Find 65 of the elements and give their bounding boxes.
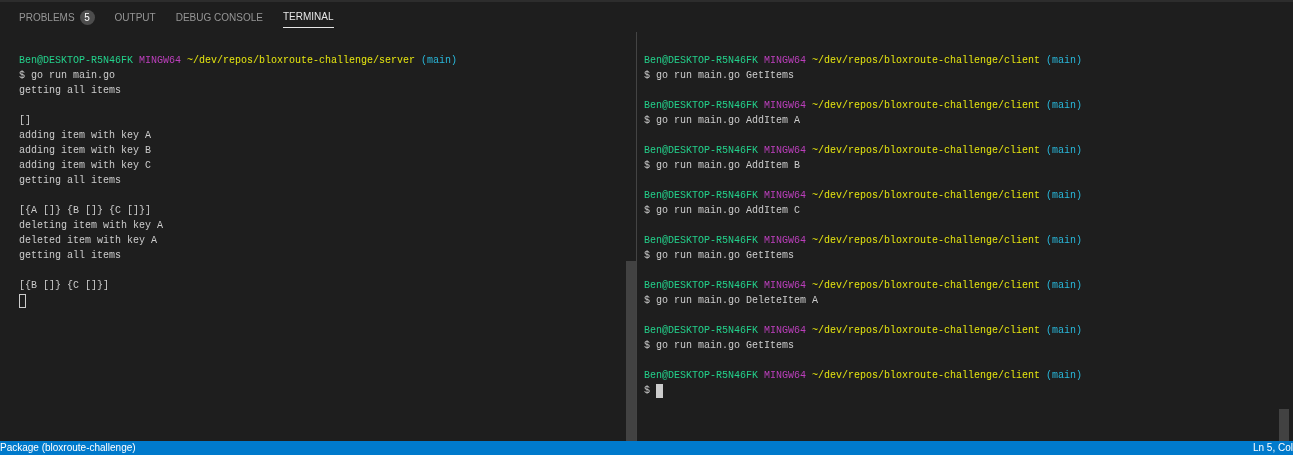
scrollbar-thumb[interactable] <box>1279 409 1289 441</box>
prompt-path: ~/dev/repos/bloxroute-challenge/client <box>812 54 1041 68</box>
prompt-branch: (main) <box>1046 234 1083 248</box>
prompt-branch: (main) <box>1046 189 1083 203</box>
prompt-user: Ben@DESKTOP-R5N46FK <box>644 144 759 158</box>
prompt-shell: MINGW64 <box>764 144 807 158</box>
count-badge: 5 <box>79 9 95 25</box>
prompt-path: ~/dev/repos/bloxroute-challenge/client <box>812 234 1041 248</box>
terminal-line: $ go run main.go <box>19 70 115 81</box>
prompt-shell: MINGW64 <box>764 279 807 293</box>
prompt-shell: MINGW64 <box>764 324 807 338</box>
terminal-line: $ go run main.go AddItem A <box>644 115 801 126</box>
prompt-user: Ben@DESKTOP-R5N46FK <box>644 189 759 203</box>
panel-tab[interactable]: PROBLEMS 5 <box>19 6 95 28</box>
terminal-line: [{B []} {C []}] <box>19 280 109 291</box>
prompt-symbol: $ <box>644 384 650 398</box>
terminal-line: $ go run main.go GetItems <box>644 250 795 261</box>
terminal-line: $ go run main.go GetItems <box>644 70 795 81</box>
terminal-line: adding item with key A <box>19 130 152 141</box>
prompt-shell: MINGW64 <box>764 234 807 248</box>
prompt-shell: MINGW64 <box>764 99 807 113</box>
terminal-line: $ go run main.go AddItem C <box>644 205 801 216</box>
terminal-line: $ go run main.go AddItem B <box>644 160 801 171</box>
prompt-branch: (main) <box>1046 324 1083 338</box>
prompt-path: ~/dev/repos/bloxroute-challenge/server <box>187 54 416 68</box>
prompt-user: Ben@DESKTOP-R5N46FK <box>644 54 759 68</box>
prompt-shell: MINGW64 <box>764 369 807 383</box>
terminal-line: $ go run main.go GetItems <box>644 340 795 351</box>
terminal-line: deleted item with key A <box>19 235 158 246</box>
terminal-line: getting all items <box>19 250 122 261</box>
terminal-line: adding item with key B <box>19 145 152 156</box>
terminal-line: getting all items <box>19 175 122 186</box>
prompt-path: ~/dev/repos/bloxroute-challenge/client <box>812 279 1041 293</box>
prompt-path: ~/dev/repos/bloxroute-challenge/client <box>812 369 1041 383</box>
prompt-branch: (main) <box>1046 369 1083 383</box>
prompt-user: Ben@DESKTOP-R5N46FK <box>644 234 759 248</box>
prompt-path: ~/dev/repos/bloxroute-challenge/client <box>812 144 1041 158</box>
prompt-branch: (main) <box>1046 144 1083 158</box>
prompt-branch: (main) <box>1046 279 1083 293</box>
panel-tab[interactable]: DEBUG CONSOLE <box>175 6 263 28</box>
terminal-line: [{A []} {B []} {C []}] <box>19 205 152 216</box>
prompt-shell: MINGW64 <box>139 54 182 68</box>
prompt-path: ~/dev/repos/bloxroute-challenge/client <box>812 324 1041 338</box>
terminal-line: deleting item with key A <box>19 220 164 231</box>
scrollbar-thumb[interactable] <box>626 261 636 441</box>
terminal-line: adding item with key C <box>19 160 152 171</box>
panel-tab[interactable]: OUTPUT <box>114 6 156 28</box>
prompt-shell: MINGW64 <box>764 189 807 203</box>
prompt-path: ~/dev/repos/bloxroute-challenge/client <box>812 189 1041 203</box>
prompt-shell: MINGW64 <box>764 54 807 68</box>
terminal-line: getting all items <box>19 85 122 96</box>
prompt-branch: (main) <box>421 54 458 68</box>
prompt-user: Ben@DESKTOP-R5N46FK <box>644 99 759 113</box>
prompt-user: Ben@DESKTOP-R5N46FK <box>644 369 759 383</box>
terminal-line: [] <box>19 115 31 126</box>
terminal-line: $ go run main.go DeleteItem A <box>644 295 819 306</box>
prompt-branch: (main) <box>1046 99 1083 113</box>
prompt-path: ~/dev/repos/bloxroute-challenge/client <box>812 99 1041 113</box>
status-item[interactable]: Package (bloxroute-challenge) <box>0 441 136 455</box>
status-item[interactable]: Ln 5, Col <box>1252 441 1293 455</box>
prompt-user: Ben@DESKTOP-R5N46FK <box>644 279 759 293</box>
prompt-user: Ben@DESKTOP-R5N46FK <box>644 324 759 338</box>
panel-tab[interactable]: TERMINAL <box>282 6 334 28</box>
prompt-branch: (main) <box>1046 54 1083 68</box>
prompt-user: Ben@DESKTOP-R5N46FK <box>19 54 134 68</box>
